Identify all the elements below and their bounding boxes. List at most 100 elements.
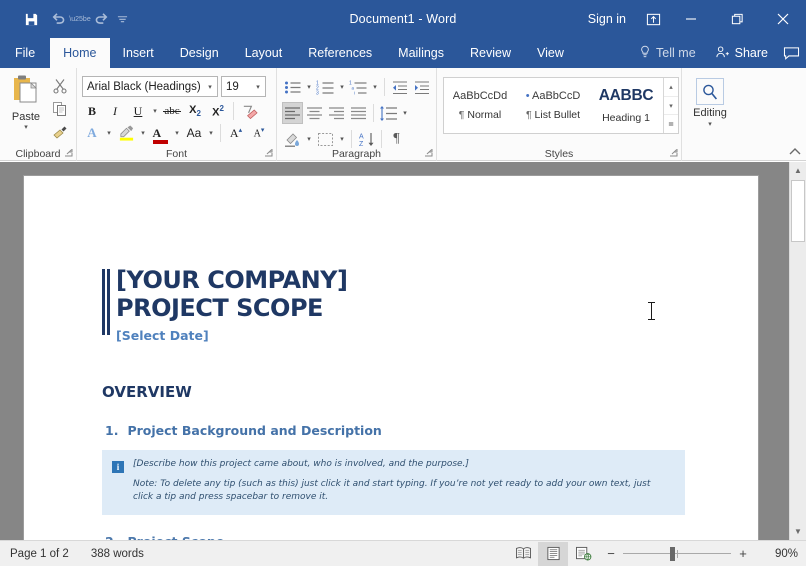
styles-scroll-up-icon[interactable]: ▴ [664,78,678,96]
change-case-dropdown-icon[interactable]: ▾ [206,129,216,137]
numbering-button[interactable]: 123 [315,76,336,98]
cut-icon[interactable] [48,75,72,96]
clear-formatting-button[interactable] [238,100,260,122]
align-left-button[interactable] [282,102,303,124]
document-area[interactable]: [YOUR COMPANY] PROJECT SCOPE [Select Dat… [0,162,806,540]
tab-review[interactable]: Review [457,38,524,68]
strikethrough-button[interactable]: abc [161,100,183,122]
borders-button[interactable] [315,128,336,150]
heading-project-background[interactable]: 1. Project Background and Description [102,423,685,438]
text-effects-button[interactable]: A [81,122,103,144]
styles-dialog-launcher[interactable] [670,149,678,159]
line-spacing-dropdown-icon[interactable]: ▾ [400,109,410,117]
document-title-line-1[interactable]: [YOUR COMPANY] [116,266,685,294]
subscript-button[interactable]: X2 [184,100,206,122]
document-date-placeholder[interactable]: [Select Date] [116,328,685,343]
underline-dropdown-icon[interactable]: ▾ [150,107,160,115]
decrease-indent-button[interactable] [389,76,410,98]
zoom-out-button[interactable]: − [606,546,616,561]
sign-in-button[interactable]: Sign in [578,12,638,26]
web-layout-button[interactable] [568,542,598,566]
tab-mailings[interactable]: Mailings [385,38,457,68]
tab-references[interactable]: References [295,38,385,68]
style-list-bullet[interactable]: AaBbCcD ¶ List Bullet [517,78,590,133]
undo-dropdown-icon[interactable]: \u25be [69,6,90,32]
tell-me-box[interactable]: Tell me [628,45,707,62]
share-button[interactable]: Share [707,45,776,62]
tab-home[interactable]: Home [50,38,110,68]
multilevel-dropdown-icon[interactable]: ▾ [370,83,380,91]
align-right-button[interactable] [326,102,347,124]
font-dialog-launcher[interactable] [265,149,273,159]
text-highlight-dropdown-icon[interactable]: ▾ [138,129,148,137]
font-size-dropdown-icon[interactable]: ▾ [251,83,265,91]
document-title-line-2[interactable]: PROJECT SCOPE [116,294,685,322]
text-effects-dropdown-icon[interactable]: ▾ [104,129,114,137]
paragraph-dialog-launcher[interactable] [425,149,433,159]
zoom-control[interactable]: − + 90% [606,546,798,561]
zoom-in-button[interactable]: + [738,546,748,561]
editing-dropdown-icon[interactable]: ▾ [708,120,712,128]
sort-button[interactable]: AZ [356,128,377,150]
grow-font-button[interactable]: A▴ [225,122,247,144]
undo-icon[interactable] [46,6,72,32]
numbering-dropdown-icon[interactable]: ▾ [337,83,347,91]
font-color-dropdown-icon[interactable]: ▾ [172,129,182,137]
styles-scroll-down-icon[interactable]: ▾ [664,95,678,115]
text-highlight-button[interactable] [115,122,137,144]
center-button[interactable] [304,102,325,124]
scroll-up-icon[interactable]: ▲ [790,162,806,179]
minimize-icon[interactable] [668,0,714,38]
zoom-slider[interactable] [623,546,731,561]
shrink-font-button[interactable]: A▾ [248,122,270,144]
tab-insert[interactable]: Insert [110,38,167,68]
underline-button[interactable]: U [127,100,149,122]
increase-indent-button[interactable] [411,76,432,98]
tab-view[interactable]: View [524,38,577,68]
close-icon[interactable] [760,0,806,38]
collapse-ribbon-icon[interactable] [789,147,801,158]
print-layout-button[interactable] [538,541,568,566]
format-painter-icon[interactable] [48,121,72,142]
ribbon-display-options-icon[interactable] [638,0,668,38]
bullets-dropdown-icon[interactable]: ▾ [304,83,314,91]
copy-icon[interactable] [48,98,72,119]
section-heading-overview[interactable]: OVERVIEW [102,383,685,401]
document-page[interactable]: [YOUR COMPANY] PROJECT SCOPE [Select Dat… [24,176,758,540]
page-indicator[interactable]: Page 1 of 2 [10,548,69,560]
bullets-button[interactable] [282,76,303,98]
clipboard-dialog-launcher[interactable] [65,149,73,159]
customize-qat-icon[interactable] [116,6,128,32]
zoom-slider-thumb[interactable] [670,546,675,561]
justify-button[interactable] [348,102,369,124]
vertical-scrollbar[interactable]: ▲ ▼ [789,162,806,540]
editing-button[interactable]: Editing ▾ [682,72,738,161]
font-color-button[interactable]: A [149,122,171,144]
style-normal[interactable]: AaBbCcDd ¶ Normal [444,78,517,133]
word-count[interactable]: 388 words [91,548,144,560]
style-heading-1[interactable]: AABBC Heading 1 [590,78,663,133]
shading-dropdown-icon[interactable]: ▾ [304,135,314,143]
shading-button[interactable] [282,128,303,150]
read-mode-button[interactable] [508,542,538,566]
tab-layout[interactable]: Layout [232,38,296,68]
scrollbar-thumb[interactable] [791,180,805,242]
bold-button[interactable]: B [81,100,103,122]
font-name-dropdown-icon[interactable]: ▾ [203,83,217,91]
paste-dropdown-icon[interactable]: ▾ [24,124,28,132]
tab-design[interactable]: Design [167,38,232,68]
borders-dropdown-icon[interactable]: ▾ [337,135,347,143]
zoom-level[interactable]: 90% [764,548,798,560]
italic-button[interactable]: I [104,100,126,122]
multilevel-list-button[interactable]: 1ai [348,76,369,98]
superscript-button[interactable]: X2 [207,100,229,122]
line-spacing-button[interactable] [378,102,399,124]
styles-more-icon[interactable]: ≣ [664,114,678,133]
tip-box[interactable]: i [Describe how this project came about,… [102,450,685,515]
show-marks-button[interactable]: ¶ [386,128,407,150]
tab-file[interactable]: File [0,38,50,68]
scroll-down-icon[interactable]: ▼ [790,523,806,540]
comment-icon[interactable] [776,38,806,68]
font-name-combo[interactable]: Arial Black (Headings) ▾ [82,76,218,97]
change-case-button[interactable]: Aa [183,122,205,144]
